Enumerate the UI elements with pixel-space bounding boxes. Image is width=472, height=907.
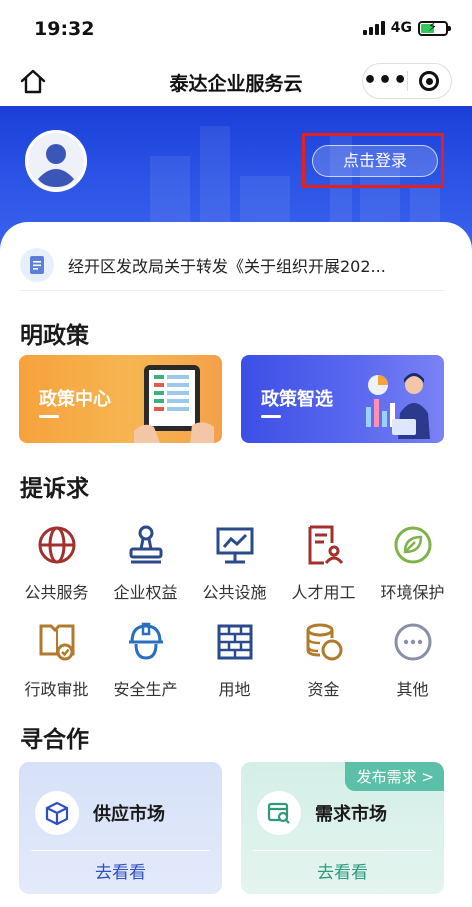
notice-bar[interactable]: 经开区发改局关于转发《关于组织开展202... bbox=[20, 244, 448, 286]
supply-market-title: 供应市场 bbox=[93, 804, 165, 825]
analytics-illustration bbox=[366, 373, 430, 439]
divider bbox=[20, 290, 444, 291]
grid-label: 用地 bbox=[218, 680, 251, 699]
nav-bar: 泰达企业服务云 ••• bbox=[0, 58, 472, 106]
mini-program-capsule: ••• bbox=[362, 63, 452, 99]
avatar[interactable] bbox=[25, 130, 87, 192]
grid-item-enterprise-rights[interactable]: 企业权益 bbox=[101, 523, 190, 603]
globe-icon bbox=[38, 526, 75, 564]
login-button[interactable]: 点击登录 bbox=[312, 145, 438, 177]
status-indicators: 4G ⚡ bbox=[362, 20, 451, 36]
grid-item-talent-employment[interactable]: 人才用工 bbox=[279, 523, 368, 603]
grid-item-public-service[interactable]: 公共服务 bbox=[12, 523, 101, 603]
grid-item-public-facilities[interactable]: 公共设施 bbox=[190, 523, 279, 603]
status-bar: 19:32 4G ⚡ bbox=[0, 0, 472, 58]
grid-label: 环境保护 bbox=[380, 583, 445, 602]
grid-label: 人才用工 bbox=[291, 583, 356, 602]
more-icon bbox=[394, 623, 431, 661]
notice-text: 经开区发改局关于转发《关于组织开展202... bbox=[68, 257, 386, 276]
publish-demand-button[interactable]: 发布需求 > bbox=[344, 762, 444, 791]
network-type: 4G bbox=[390, 20, 412, 36]
target-icon bbox=[419, 71, 440, 91]
grid-item-funds[interactable]: 资金 bbox=[279, 620, 368, 700]
grid-label: 行政审批 bbox=[24, 680, 89, 699]
supply-market-card[interactable]: 供应市场 去看看 bbox=[19, 762, 222, 894]
approval-icon bbox=[39, 624, 74, 661]
policy-section-title: 明政策 bbox=[20, 323, 89, 349]
grid-item-land[interactable]: 用地 bbox=[190, 620, 279, 700]
resume-icon bbox=[308, 525, 343, 565]
coop-section-title: 寻合作 bbox=[20, 727, 89, 753]
close-button[interactable] bbox=[408, 71, 451, 91]
grid-label: 公共设施 bbox=[202, 583, 267, 602]
policy-smart-label: 政策智选 bbox=[261, 389, 333, 410]
document-search-icon bbox=[257, 791, 301, 835]
grid-label: 公共服务 bbox=[24, 583, 89, 602]
package-icon bbox=[35, 791, 79, 835]
demand-market-card[interactable]: 发布需求 > 需求市场 去看看 bbox=[241, 762, 444, 894]
request-grid-row-1: 公共服务 企业权益 公共设施 人才用工 环境保护 bbox=[12, 523, 457, 603]
request-section-title: 提诉求 bbox=[20, 476, 89, 502]
demand-market-title: 需求市场 bbox=[315, 804, 387, 825]
document-icon bbox=[20, 248, 54, 282]
grid-label: 资金 bbox=[307, 680, 340, 699]
presentation-icon bbox=[216, 527, 253, 564]
policy-smart-card[interactable]: 政策智选 bbox=[241, 355, 444, 443]
user-icon bbox=[28, 133, 84, 189]
battery-icon: ⚡ bbox=[418, 20, 451, 36]
tablet-checklist-illustration bbox=[134, 365, 214, 443]
signal-icon bbox=[362, 21, 385, 35]
grid-item-safety[interactable]: 安全生产 bbox=[101, 620, 190, 700]
demand-view-link[interactable]: 去看看 bbox=[241, 858, 444, 883]
grid-item-environment[interactable]: 环境保护 bbox=[368, 523, 457, 603]
stamp-icon bbox=[129, 525, 162, 564]
policy-center-card[interactable]: 政策中心 bbox=[19, 355, 222, 443]
grid-label: 其他 bbox=[396, 680, 429, 699]
grid-item-other[interactable]: 其他 bbox=[368, 620, 457, 700]
bricks-icon bbox=[217, 624, 252, 660]
grid-item-admin-approval[interactable]: 行政审批 bbox=[12, 620, 101, 700]
more-menu-button[interactable]: ••• bbox=[363, 70, 407, 92]
grid-label: 安全生产 bbox=[113, 680, 178, 699]
leaf-icon bbox=[394, 526, 431, 564]
policy-center-label: 政策中心 bbox=[39, 389, 111, 410]
request-grid-row-2: 行政审批 安全生产 用地 资金 其他 bbox=[12, 620, 457, 700]
helmet-icon bbox=[128, 622, 163, 660]
coins-icon bbox=[306, 623, 342, 661]
supply-view-link[interactable]: 去看看 bbox=[19, 858, 222, 883]
status-time: 19:32 bbox=[34, 18, 95, 40]
grid-label: 企业权益 bbox=[113, 583, 178, 602]
